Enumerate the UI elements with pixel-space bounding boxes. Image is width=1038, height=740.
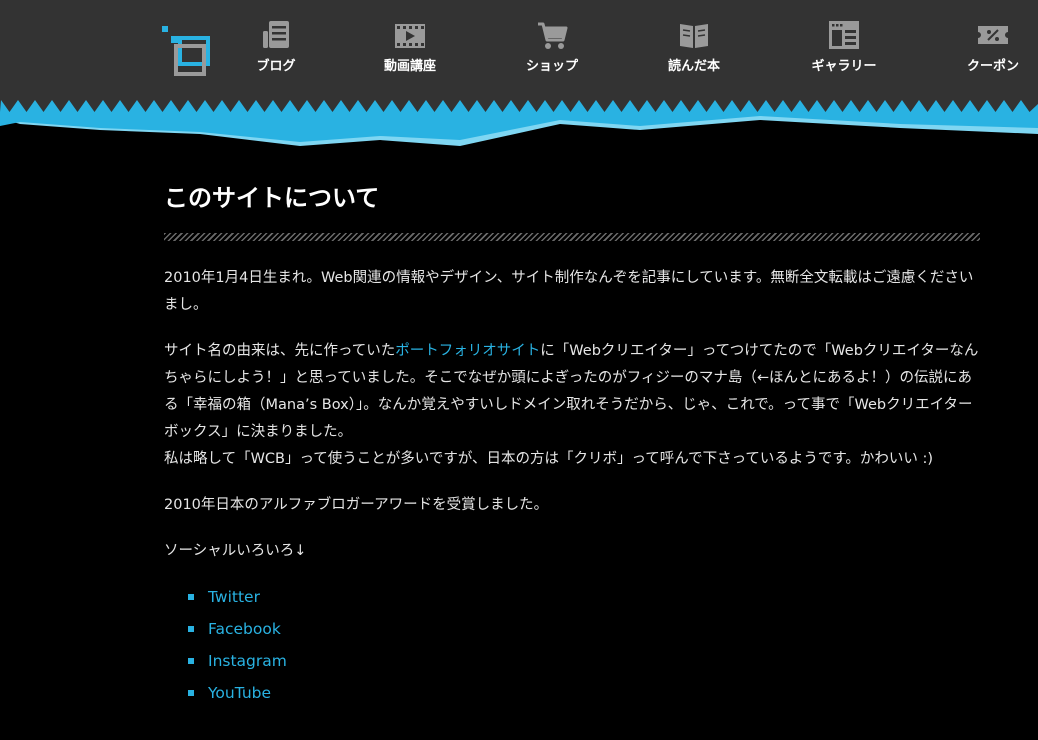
nav-item-gallery[interactable]: ギャラリー bbox=[789, 18, 899, 80]
facebook-link[interactable]: Facebook bbox=[208, 620, 281, 638]
nav-item-video-course[interactable]: 動画講座 bbox=[355, 18, 465, 80]
nickname-paragraph: 私は略して「WCB」って使うことが多いですが、日本の方は「クリボ」って呼んで下さ… bbox=[164, 451, 934, 467]
notepad-icon bbox=[263, 21, 289, 48]
nav-label: ギャラリー bbox=[811, 59, 877, 74]
nav-item-coupon[interactable]: クーポン bbox=[938, 18, 1038, 80]
twitter-link[interactable]: Twitter bbox=[208, 588, 260, 606]
list-bullet bbox=[188, 658, 194, 664]
list-item: Facebook bbox=[188, 613, 980, 645]
film-icon bbox=[395, 24, 425, 48]
site-name-text-before: サイト名の由来は、先に作っていた bbox=[164, 343, 396, 359]
open-book-icon bbox=[680, 24, 708, 48]
nav-item-shop[interactable]: ショップ bbox=[497, 18, 607, 80]
intro-paragraph: 2010年1月4日生まれ。Web関連の情報やデザイン、サイト制作なんぞを記事にし… bbox=[164, 270, 974, 313]
list-item: Instagram bbox=[188, 645, 980, 677]
portfolio-site-link[interactable]: ポートフォリオサイト bbox=[395, 343, 540, 359]
browser-window-icon bbox=[829, 21, 859, 49]
list-item: YouTube bbox=[188, 677, 980, 709]
social-intro: ソーシャルいろいろ↓ bbox=[164, 543, 307, 559]
page-title: このサイトについて bbox=[164, 184, 380, 212]
coupon-ticket-icon bbox=[978, 26, 1008, 44]
list-bullet bbox=[188, 626, 194, 632]
nav-label: クーポン bbox=[966, 59, 1019, 74]
nav-item-blog[interactable]: ブログ bbox=[221, 18, 331, 80]
site-logo-icon bbox=[162, 26, 210, 76]
nav-label: ショップ bbox=[525, 59, 578, 74]
title-divider bbox=[164, 233, 980, 241]
nav-item-books[interactable]: 読んだ本 bbox=[639, 18, 749, 80]
list-bullet bbox=[188, 690, 194, 696]
nav-label: ブログ bbox=[256, 59, 296, 74]
shopping-cart-icon bbox=[538, 22, 568, 49]
site-name-paragraph: サイト名の由来は、先に作っていたポートフォリオサイトに「Webクリエイター」って… bbox=[164, 338, 980, 446]
nav-label: 読んだ本 bbox=[667, 59, 720, 74]
youtube-link[interactable]: YouTube bbox=[208, 684, 271, 702]
list-bullet bbox=[188, 594, 194, 600]
site-header: ブログ 動画講座 ショップ 読んだ本 ギャラリー クーポン bbox=[0, 0, 1038, 150]
nav-label: 動画講座 bbox=[383, 59, 436, 74]
social-links-list: Twitter Facebook Instagram YouTube bbox=[164, 581, 980, 709]
site-logo[interactable] bbox=[160, 24, 216, 76]
instagram-link[interactable]: Instagram bbox=[208, 652, 287, 670]
list-item: Twitter bbox=[188, 581, 980, 613]
main-content: このサイトについて 2010年1月4日生まれ。Web関連の情報やデザイン、サイト… bbox=[164, 180, 980, 709]
award-paragraph: 2010年日本のアルファブロガーアワードを受賞しました。 bbox=[164, 497, 549, 513]
